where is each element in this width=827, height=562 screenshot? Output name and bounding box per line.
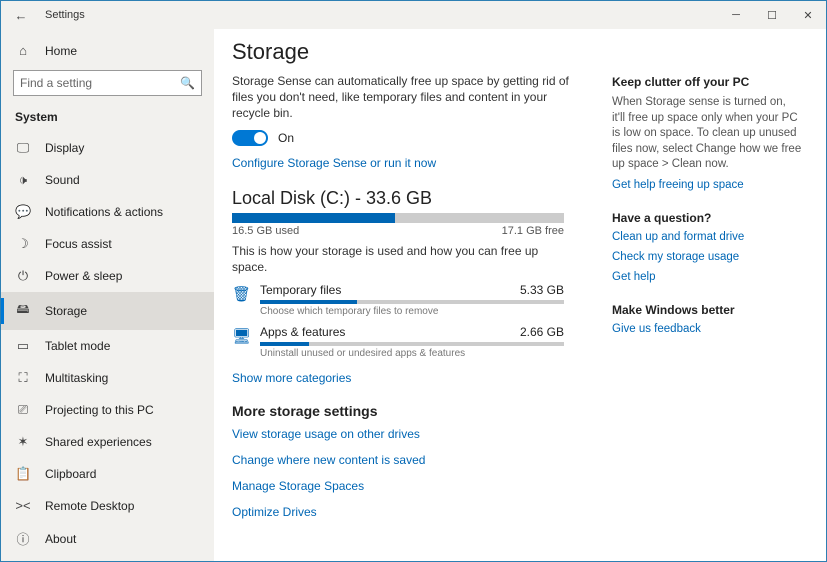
nav-item-tablet-mode[interactable]: ▭ Tablet mode xyxy=(1,330,214,362)
storage-category[interactable]: 🗑 Temporary files 5.33 GB Choose which temp… xyxy=(232,283,564,317)
nav-item-projecting-to-this-pc[interactable]: ⎚ Projecting to this PC xyxy=(1,394,214,426)
search-placeholder: Find a setting xyxy=(20,76,92,90)
sound-icon: 🕩 xyxy=(15,172,31,188)
remote-icon: >< xyxy=(15,498,31,513)
minimize-button[interactable]: ─ xyxy=(718,1,754,29)
help-link[interactable]: Get help xyxy=(612,271,802,283)
tip-link[interactable]: Get help freeing up space xyxy=(612,179,802,191)
nav-item-label: Storage xyxy=(45,304,87,318)
nav-item-label: Shared experiences xyxy=(45,435,152,449)
disk-how-text: This is how your storage is used and how… xyxy=(232,243,572,275)
feedback-title: Make Windows better xyxy=(612,303,802,317)
nav-item-label: Clipboard xyxy=(45,467,96,481)
category-sub: Uninstall unused or undesired apps & fea… xyxy=(260,348,564,359)
category-heading: System xyxy=(1,104,214,130)
nav-item-label: Notifications & actions xyxy=(45,205,163,219)
close-button[interactable]: ✕ xyxy=(790,1,826,29)
power-icon: ⏻ xyxy=(15,268,31,284)
notifications-icon: 💬 xyxy=(15,204,31,220)
nav-item-label: Sound xyxy=(45,173,80,187)
category-bar xyxy=(260,342,564,346)
disk-used-text: 16.5 GB used xyxy=(232,225,299,237)
nav-item-label: About xyxy=(45,532,76,546)
search-icon: 🔍 xyxy=(180,76,195,90)
nav-item-display[interactable]: 🖵 Display xyxy=(1,132,214,164)
question-title: Have a question? xyxy=(612,211,802,225)
more-settings-heading: More storage settings xyxy=(232,403,594,419)
nav-item-label: Power & sleep xyxy=(45,269,122,283)
nav-item-label: Multitasking xyxy=(45,371,108,385)
more-link[interactable]: View storage usage on other drives xyxy=(232,427,594,441)
storage-icon: 🖴 xyxy=(15,300,31,322)
nav-item-remote-desktop[interactable]: >< Remote Desktop xyxy=(1,490,214,521)
category-sub: Choose which temporary files to remove xyxy=(260,306,564,317)
nav-item-notifications-actions[interactable]: 💬 Notifications & actions xyxy=(1,196,214,228)
category-name: Apps & features xyxy=(260,325,345,339)
help-link[interactable]: Clean up and format drive xyxy=(612,231,802,243)
configure-link[interactable]: Configure Storage Sense or run it now xyxy=(232,156,594,170)
nav-item-power-sleep[interactable]: ⏻ Power & sleep xyxy=(1,260,214,292)
nav-item-sound[interactable]: 🕩 Sound xyxy=(1,164,214,196)
project-icon: ⎚ xyxy=(15,402,31,418)
display-icon: 🖵 xyxy=(15,140,31,156)
nav-home[interactable]: ⌂ Home xyxy=(1,35,214,66)
home-icon: ⌂ xyxy=(15,43,31,58)
focus-icon: ☽ xyxy=(15,236,31,252)
nav-item-label: Tablet mode xyxy=(45,339,110,353)
clipboard-icon: 📋 xyxy=(15,466,31,482)
disk-usage-bar xyxy=(232,213,564,223)
multitask-icon: ⛶ xyxy=(15,370,31,386)
nav-item-multitasking[interactable]: ⛶ Multitasking xyxy=(1,362,214,394)
more-link[interactable]: Manage Storage Spaces xyxy=(232,479,594,493)
nav-item-about[interactable]: ⓘ About xyxy=(1,521,214,556)
window-title: Settings xyxy=(45,9,85,21)
nav-item-label: Display xyxy=(45,141,84,155)
back-button[interactable]: ← xyxy=(9,8,33,23)
help-link[interactable]: Check my storage usage xyxy=(612,251,802,263)
tip-title: Keep clutter off your PC xyxy=(612,75,802,89)
page-title: Storage xyxy=(232,39,594,65)
nav-item-shared-experiences[interactable]: ✶ Shared experiences xyxy=(1,426,214,458)
more-link[interactable]: Optimize Drives xyxy=(232,505,594,519)
storage-sense-toggle[interactable] xyxy=(232,130,268,146)
nav-item-clipboard[interactable]: 📋 Clipboard xyxy=(1,458,214,490)
feedback-link[interactable]: Give us feedback xyxy=(612,323,802,335)
toggle-state-label: On xyxy=(278,131,294,145)
category-bar xyxy=(260,300,564,304)
content: Storage Storage Sense can automatically … xyxy=(232,39,594,561)
disk-title: Local Disk (C:) - 33.6 GB xyxy=(232,188,594,209)
nav-item-label: Projecting to this PC xyxy=(45,403,154,417)
nav-home-label: Home xyxy=(45,44,77,58)
right-pane: Keep clutter off your PC When Storage se… xyxy=(612,39,802,561)
storage-sense-description: Storage Sense can automatically free up … xyxy=(232,73,572,122)
category-icon: 🗑 xyxy=(232,283,250,303)
about-icon: ⓘ xyxy=(15,529,31,548)
disk-free-text: 17.1 GB free xyxy=(502,225,564,237)
nav-item-storage[interactable]: 🖴 Storage xyxy=(1,292,214,330)
nav-item-focus-assist[interactable]: ☽ Focus assist xyxy=(1,228,214,260)
storage-category[interactable]: 🖥 Apps & features 2.66 GB Uninstall unused … xyxy=(232,325,564,359)
category-icon: 🖥 xyxy=(232,325,250,345)
nav-item-label: Focus assist xyxy=(45,237,112,251)
show-more-link[interactable]: Show more categories xyxy=(232,371,594,385)
tip-body: When Storage sense is turned on, it'll f… xyxy=(612,95,802,173)
category-size: 2.66 GB xyxy=(520,325,564,339)
shared-icon: ✶ xyxy=(15,434,31,450)
sidebar: ⌂ Home Find a setting 🔍 System 🖵 Display 🕩… xyxy=(1,29,214,561)
category-name: Temporary files xyxy=(260,283,341,297)
category-size: 5.33 GB xyxy=(520,283,564,297)
search-input[interactable]: Find a setting 🔍 xyxy=(13,70,202,96)
nav-item-label: Remote Desktop xyxy=(45,499,134,513)
maximize-button[interactable]: ☐ xyxy=(754,1,790,29)
more-link[interactable]: Change where new content is saved xyxy=(232,453,594,467)
tablet-icon: ▭ xyxy=(15,338,31,354)
